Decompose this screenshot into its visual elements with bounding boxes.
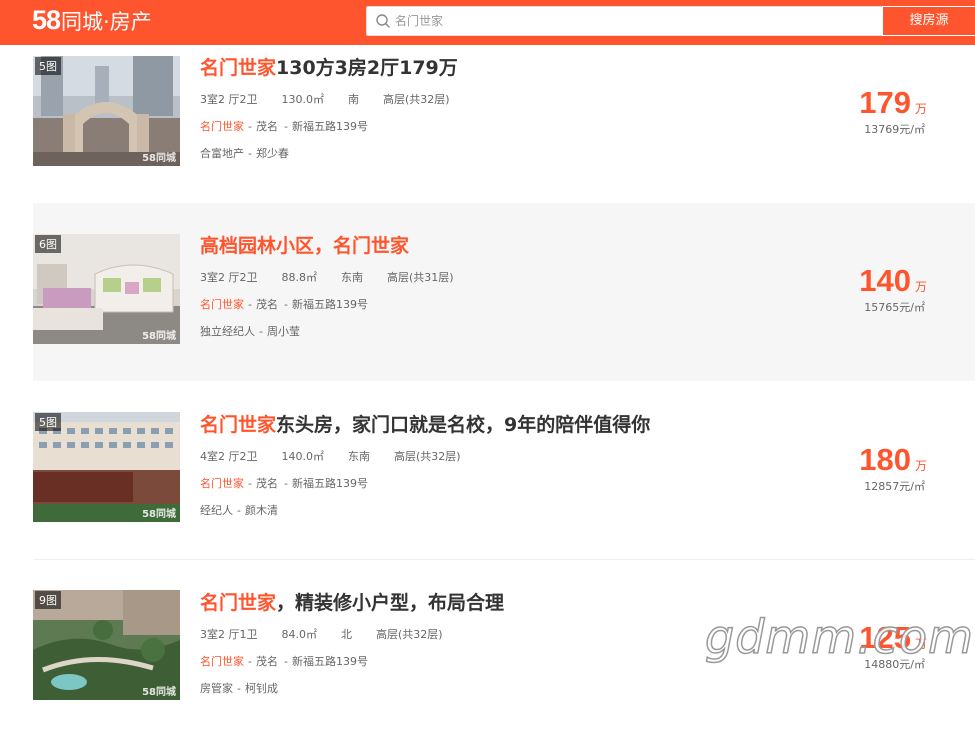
agent-name: 柯钊成 [244, 682, 278, 695]
listing-agent: 合富地产 - 郑少春 [200, 147, 289, 160]
search-box[interactable] [366, 6, 884, 36]
listing-title[interactable]: 高档园林小区，名门世家 [200, 231, 409, 258]
title-text: ，精装修小户型，布局合理 [276, 592, 505, 614]
address: 新福五路139号 [291, 298, 368, 311]
district: 茂名 [255, 298, 278, 311]
area: 84.0㎡ [281, 628, 318, 641]
price-value: 140 [859, 263, 911, 298]
unit-price: 12857元/㎡ [864, 480, 925, 493]
listing-thumbnail[interactable]: 9图 58同城 [33, 590, 180, 700]
listing-thumbnail[interactable]: 5图 58同城 [33, 56, 180, 166]
image-watermark: 58同城 [142, 331, 176, 342]
site-watermark: gdmm.com [704, 609, 974, 665]
agency: 独立经纪人 [200, 325, 255, 338]
estate-link[interactable]: 名门世家 [200, 298, 244, 311]
price-value: 180 [859, 442, 911, 477]
layout: 3室2 厅2卫 [200, 93, 258, 106]
title-text: 东头房，家门口就是名校，9年的陪伴值得你 [276, 414, 651, 436]
agency: 合富地产 [200, 147, 244, 160]
listing-location: 名门世家 - 茂名 - 新福五路139号 [200, 120, 368, 133]
district: 茂名 [255, 477, 278, 490]
listing-specs: 3室2 厅2卫 88.8㎡ 东南 高层(共31层) [200, 269, 478, 285]
title-highlight: 名门世家 [200, 57, 277, 79]
orientation: 南 [348, 93, 359, 106]
listing-thumbnail[interactable]: 5图 58同城 [33, 412, 180, 522]
listing-item[interactable]: 6图 58同城 高档园林小区，名门世家 3室2 厅2卫 88.8㎡ 东南 高层(共31… [33, 203, 975, 381]
area: 88.8㎡ [281, 271, 318, 284]
image-watermark: 58同城 [142, 687, 176, 698]
layout: 3室2 厅1卫 [200, 628, 258, 641]
listing-specs: 3室2 厅1卫 84.0㎡ 北 高层(共32层) [200, 626, 467, 642]
site-logo[interactable]: 58 同城·房产 [32, 5, 152, 39]
orientation: 北 [341, 628, 352, 641]
unit-price: 13769元/㎡ [864, 123, 925, 136]
price-value: 179 [859, 85, 911, 120]
total-price: 140 万 [859, 263, 927, 299]
unit-price: 15765元/㎡ [864, 301, 925, 314]
listing-thumbnail[interactable]: 6图 58同城 [33, 234, 180, 344]
listing-location: 名门世家 - 茂名 - 新福五路139号 [200, 655, 368, 668]
title-text: 高档园林小区，名门世家 [200, 235, 410, 257]
floor: 高层(共32层) [394, 450, 461, 463]
listing-item[interactable]: 5图 58同城 名门世家东头房，家门口就是名校，9年的陪伴值得你 4室2 厅2卫… [33, 382, 975, 560]
address: 新福五路139号 [291, 477, 368, 490]
agency: 经纪人 [200, 504, 233, 517]
logo-text: 同城·房产 [61, 10, 152, 34]
title-highlight: 名门世家 [200, 592, 277, 614]
layout: 4室2 厅2卫 [200, 450, 258, 463]
orientation: 东南 [341, 271, 363, 284]
agent-name: 周小莹 [266, 325, 300, 338]
address: 新福五路139号 [291, 120, 368, 133]
listing-title[interactable]: 名门世家，精装修小户型，布局合理 [200, 588, 504, 615]
district: 茂名 [255, 655, 278, 668]
estate-link[interactable]: 名门世家 [200, 655, 244, 668]
photo-count-badge: 6图 [35, 235, 61, 253]
title-text: 130方3房2厅179万 [276, 57, 458, 79]
photo-count-badge: 5图 [35, 57, 61, 75]
total-price: 180 万 [859, 442, 927, 478]
listing-location: 名门世家 - 茂名 - 新福五路139号 [200, 298, 368, 311]
site-header: 58 同城·房产 搜房源 [0, 0, 975, 45]
listing-title[interactable]: 名门世家东头房，家门口就是名校，9年的陪伴值得你 [200, 410, 650, 437]
estate-link[interactable]: 名门世家 [200, 477, 244, 490]
agent-name: 颜木清 [244, 504, 278, 517]
search-icon [376, 14, 390, 28]
listing-agent: 独立经纪人 - 周小莹 [200, 325, 300, 338]
listing-specs: 4室2 厅2卫 140.0㎡ 东南 高层(共32层) [200, 448, 485, 464]
image-watermark: 58同城 [142, 509, 176, 520]
area: 130.0㎡ [281, 93, 325, 106]
agency: 房管家 [200, 682, 233, 695]
district: 茂名 [255, 120, 278, 133]
floor: 高层(共32层) [376, 628, 443, 641]
listing-agent: 经纪人 - 颜木清 [200, 504, 278, 517]
price-unit: 万 [914, 459, 927, 473]
price-unit: 万 [914, 102, 927, 116]
photo-count-badge: 9图 [35, 591, 61, 609]
listing-title[interactable]: 名门世家130方3房2厅179万 [200, 53, 458, 80]
total-price: 179 万 [859, 85, 927, 121]
floor: 高层(共31层) [387, 271, 454, 284]
floor: 高层(共32层) [383, 93, 450, 106]
title-highlight: 名门世家 [200, 414, 277, 436]
orientation: 东南 [348, 450, 370, 463]
listing-specs: 3室2 厅2卫 130.0㎡ 南 高层(共32层) [200, 91, 474, 107]
estate-link[interactable]: 名门世家 [200, 120, 244, 133]
listing-location: 名门世家 - 茂名 - 新福五路139号 [200, 477, 368, 490]
search-input[interactable] [395, 7, 875, 35]
agent-name: 郑少春 [255, 147, 289, 160]
listing-agent: 房管家 - 柯钊成 [200, 682, 278, 695]
layout: 3室2 厅2卫 [200, 271, 258, 284]
area: 140.0㎡ [281, 450, 325, 463]
photo-count-badge: 5图 [35, 413, 61, 431]
listing-item[interactable]: 5图 58同城 名门世家130方3房2厅179万 3室2 厅2卫 130.0㎡南高… [33, 45, 975, 223]
image-watermark: 58同城 [142, 153, 176, 164]
logo-number: 58 [32, 5, 61, 35]
price-unit: 万 [914, 280, 927, 294]
search-button[interactable]: 搜房源 [882, 6, 975, 36]
address: 新福五路139号 [291, 655, 368, 668]
